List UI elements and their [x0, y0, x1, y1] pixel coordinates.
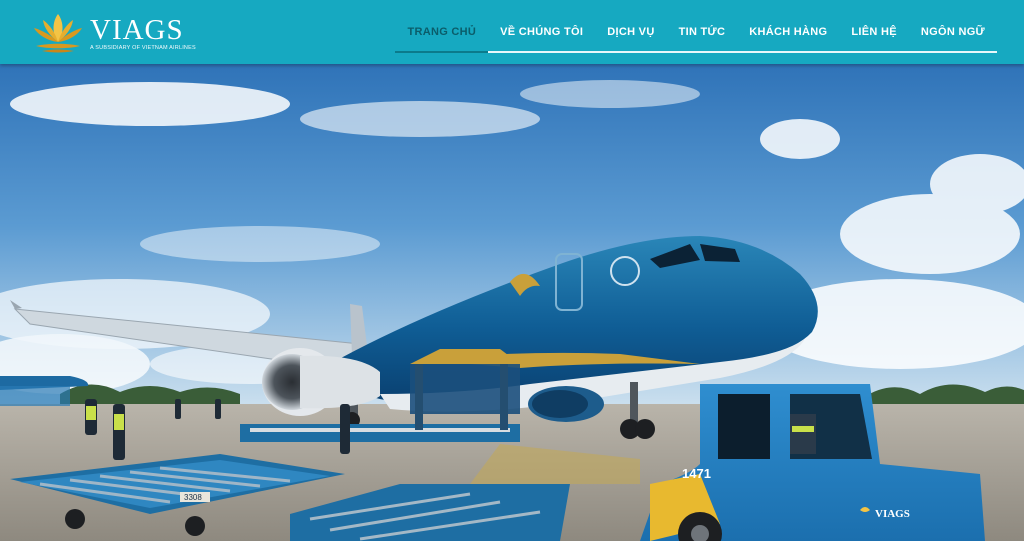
- nav-item-services[interactable]: DỊCH VỤ: [595, 18, 667, 53]
- engine-right: [528, 386, 604, 422]
- nav-item-contact[interactable]: LIÊN HỆ: [839, 18, 909, 53]
- dolly-number: 3308: [184, 493, 202, 502]
- lotus-logo-icon: [34, 14, 82, 53]
- site-header: VIAGS A SUBSIDIARY OF VIETNAM AIRLINES T…: [0, 0, 1024, 64]
- nav-item-language[interactable]: NGÔN NGỮ: [908, 18, 997, 53]
- nav-item-about[interactable]: VỀ CHÚNG TÔI: [488, 18, 596, 53]
- logo-subtitle: A SUBSIDIARY OF VIETNAM AIRLINES: [90, 44, 196, 51]
- nav-item-customers[interactable]: KHÁCH HÀNG: [737, 18, 840, 53]
- logo-name: VIAGS: [90, 13, 184, 46]
- nav-item-news[interactable]: TIN TỨC: [666, 18, 738, 53]
- hero-illustration: 3308 1471 VIAGS: [0, 64, 1024, 541]
- site-logo[interactable]: VIAGS A SUBSIDIARY OF VIETNAM AIRLINES: [30, 10, 196, 56]
- tug-number: 1471: [682, 466, 711, 481]
- hero-banner: 3308 1471 VIAGS: [0, 64, 1024, 541]
- main-nav: TRANG CHỦ VỀ CHÚNG TÔI DỊCH VỤ TIN TỨC K…: [395, 18, 997, 53]
- tug-logo-text: VIAGS: [875, 508, 910, 520]
- nav-item-home[interactable]: TRANG CHỦ: [395, 18, 489, 53]
